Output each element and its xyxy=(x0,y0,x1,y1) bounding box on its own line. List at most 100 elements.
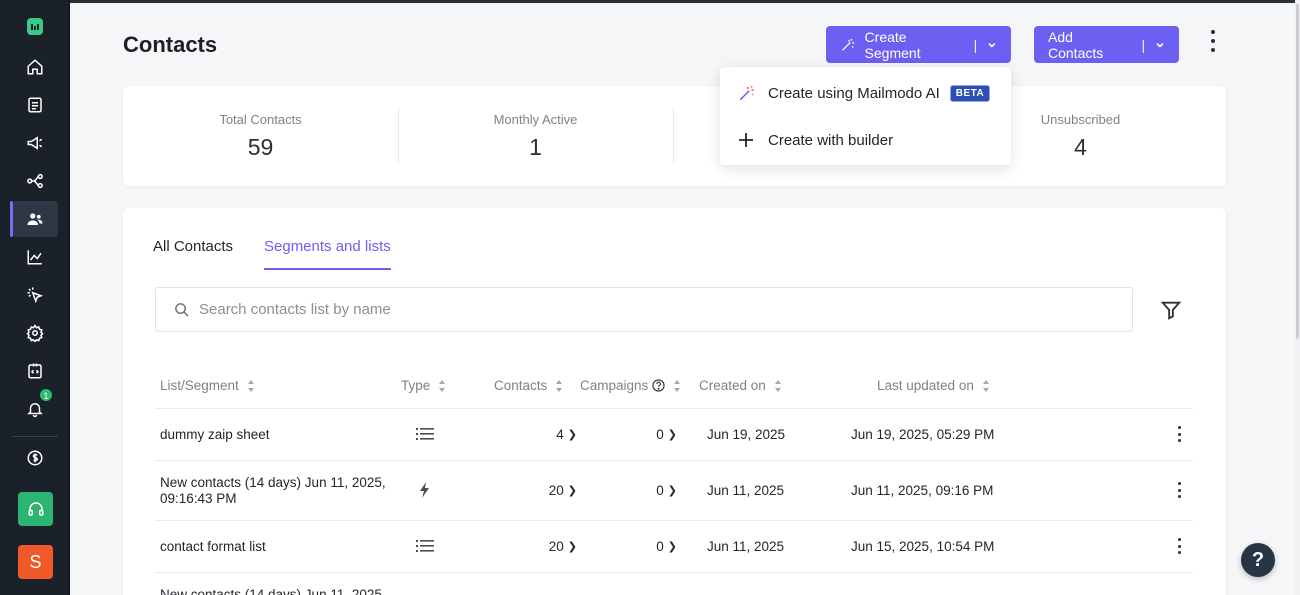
more-options-button[interactable] xyxy=(1203,28,1223,54)
row-campaigns: 0 xyxy=(656,539,664,554)
sidebar-divider xyxy=(12,436,58,437)
column-header-campaigns[interactable]: Campaigns xyxy=(580,378,681,393)
templates-icon xyxy=(28,97,42,113)
row-divider xyxy=(155,520,1193,521)
lightning-icon xyxy=(420,482,429,498)
kebab-dot xyxy=(1177,432,1181,436)
row-contacts: 20 xyxy=(548,483,564,498)
button-separator: | xyxy=(973,36,978,53)
sidebar-item-billing[interactable] xyxy=(12,440,58,476)
sidebar-item-integrations[interactable] xyxy=(12,353,58,389)
kebab-dot xyxy=(1177,495,1181,498)
support-button[interactable] xyxy=(18,492,53,526)
column-header-label: List/Segment xyxy=(160,378,239,393)
interactions-icon xyxy=(27,287,44,304)
scrollbar-thumb[interactable] xyxy=(1296,4,1299,339)
sidebar-item-templates[interactable] xyxy=(12,87,58,123)
row-more-button[interactable] xyxy=(1176,482,1182,498)
row-divider xyxy=(155,460,1193,461)
kebab-dot xyxy=(1177,538,1181,541)
row-created-on: Jun 11, 2025 xyxy=(707,539,785,554)
row-name[interactable]: New contacts (14 days) Jun 11, 2025, xyxy=(160,587,395,595)
row-contacts-link[interactable]: 20 ❯ xyxy=(527,483,577,498)
search-box[interactable] xyxy=(155,287,1133,332)
ai-wand-icon xyxy=(738,84,758,102)
mailmodo-logo-icon[interactable] xyxy=(27,18,43,35)
row-campaigns-link[interactable]: 0 ❯ xyxy=(627,427,677,442)
sort-icon xyxy=(674,379,681,392)
column-header-label: Contacts xyxy=(494,378,548,393)
chevron-right-icon: ❯ xyxy=(567,429,577,441)
chevron-right-icon: ❯ xyxy=(667,541,677,553)
notifications-icon xyxy=(27,403,43,418)
campaigns-icon xyxy=(27,136,43,150)
column-header-last-updated-on[interactable]: Last updated on xyxy=(877,378,990,393)
create-segment-button[interactable]: Create Segment | xyxy=(826,26,1011,63)
sidebar-item-campaigns[interactable] xyxy=(12,125,58,161)
sidebar-item-analytics[interactable] xyxy=(12,239,58,275)
row-name[interactable]: contact format list xyxy=(160,539,395,555)
beta-badge: BETA xyxy=(949,84,991,102)
sidebar-item-home[interactable] xyxy=(12,49,58,85)
row-campaigns-link[interactable]: 0 ❯ xyxy=(627,483,677,498)
notification-count-badge: 1 xyxy=(39,388,53,402)
filter-icon[interactable] xyxy=(1160,299,1182,321)
stat-value: 1 xyxy=(529,134,542,160)
column-header-created-on[interactable]: Created on xyxy=(699,378,782,393)
chevron-down-icon[interactable] xyxy=(987,40,997,50)
sidebar-item-contacts[interactable] xyxy=(10,201,58,237)
menu-item-create-with-builder[interactable]: Create with builder xyxy=(738,128,893,152)
home-icon xyxy=(27,59,43,75)
sidebar-item-notifications[interactable]: 1 xyxy=(12,388,58,427)
add-contacts-label: Add Contacts xyxy=(1048,28,1104,61)
search-input[interactable] xyxy=(199,301,1099,318)
search-icon xyxy=(175,303,189,317)
row-more-button[interactable] xyxy=(1176,426,1182,442)
row-name[interactable]: New contacts (14 days) Jun 11, 2025, 09:… xyxy=(160,475,395,507)
column-header-label: Last updated on xyxy=(877,378,974,393)
row-campaigns-link[interactable]: 0 ❯ xyxy=(627,539,677,554)
column-header-label: Campaigns xyxy=(580,378,649,393)
journeys-icon xyxy=(27,173,43,189)
list-icon xyxy=(416,428,434,440)
magic-wand-icon xyxy=(842,38,855,51)
sidebar-item-interactions[interactable] xyxy=(12,277,58,313)
tab-segments-and-lists[interactable]: Segments and lists xyxy=(264,238,391,270)
stat-total-contacts: Total Contacts 59 xyxy=(123,86,398,186)
row-created-on: Jun 19, 2025 xyxy=(707,427,786,442)
tab-all-contacts[interactable]: All Contacts xyxy=(153,238,233,270)
column-header-type[interactable]: Type xyxy=(401,378,446,393)
kebab-dot xyxy=(1177,426,1181,429)
row-contacts: 20 xyxy=(548,539,564,554)
headset-icon xyxy=(28,502,43,516)
help-button[interactable]: ? xyxy=(1241,543,1275,577)
row-contacts-link[interactable]: 20 ❯ xyxy=(527,539,577,554)
help-circle-icon[interactable] xyxy=(652,379,665,392)
chevron-right-icon: ❯ xyxy=(667,429,677,441)
stats-card: Total Contacts 59 Monthly Active 1 Unsub… xyxy=(123,86,1226,186)
column-header-list-segment[interactable]: List/Segment xyxy=(160,378,255,393)
row-more-button[interactable] xyxy=(1176,538,1182,554)
row-divider xyxy=(155,572,1193,573)
sidebar: 1 S xyxy=(0,0,70,595)
menu-item-create-using-ai[interactable]: Create using Mailmodo AI BETA xyxy=(738,81,991,105)
sidebar-item-settings[interactable] xyxy=(12,315,58,351)
sort-icon xyxy=(982,379,989,392)
button-separator: | xyxy=(1141,36,1146,53)
contacts-icon xyxy=(27,213,43,225)
column-header-label: Type xyxy=(401,378,431,393)
kebab-dot xyxy=(1177,551,1181,554)
row-contacts-link[interactable]: 4 ❯ xyxy=(527,427,577,442)
row-updated-on: Jun 19, 2025, 05:29 PM xyxy=(851,427,995,442)
row-contacts: 4 xyxy=(556,427,564,442)
chevron-down-icon[interactable] xyxy=(1155,40,1165,50)
row-campaigns: 0 xyxy=(656,427,664,442)
avatar[interactable]: S xyxy=(18,545,53,579)
sidebar-item-journeys[interactable] xyxy=(12,163,58,199)
row-updated-on: Jun 15, 2025, 10:54 PM xyxy=(851,539,995,554)
stat-value: 59 xyxy=(247,134,274,160)
add-contacts-button[interactable]: Add Contacts | xyxy=(1034,26,1179,63)
row-divider xyxy=(155,408,1193,409)
column-header-contacts[interactable]: Contacts xyxy=(494,378,563,393)
row-name[interactable]: dummy zaip sheet xyxy=(160,427,395,443)
